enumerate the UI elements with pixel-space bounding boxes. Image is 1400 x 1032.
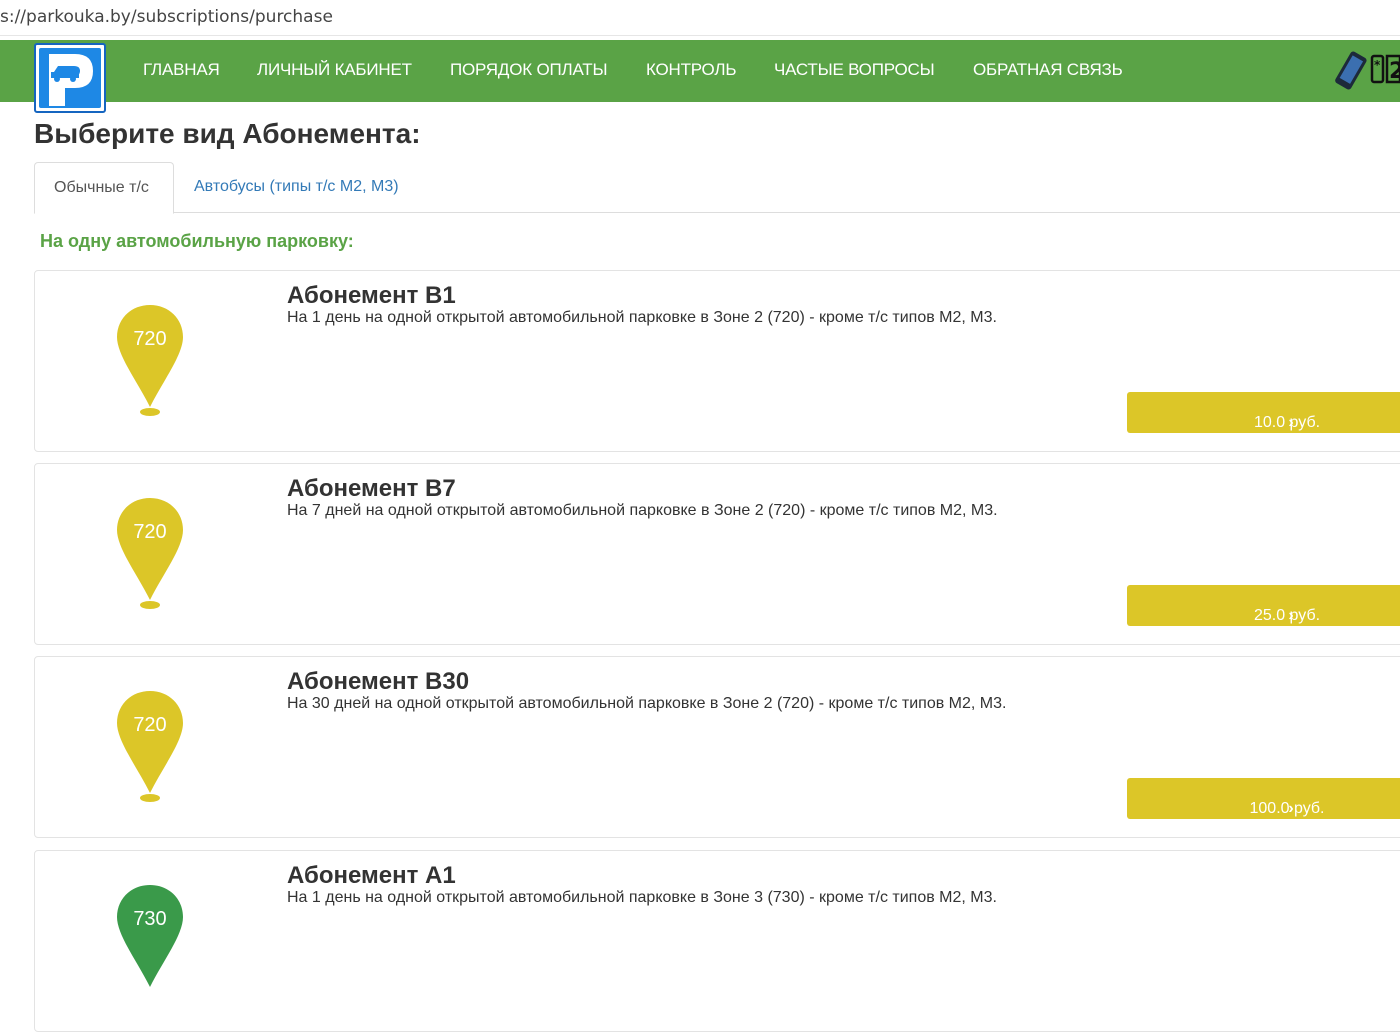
subscription-card: 720 Абонемент В1 На 1 день на одной откр…	[34, 270, 1400, 452]
tabs-divider	[34, 212, 1400, 213]
zone-label: 720	[133, 328, 166, 350]
parking-logo-icon[interactable]	[34, 43, 106, 113]
nav-cabinet[interactable]: ЛИЧНЫЙ КАБИНЕТ	[257, 60, 412, 80]
chevron-right-icon: ›	[1288, 607, 1294, 624]
map-pin-icon: 720	[117, 691, 183, 802]
chevron-right-icon: ›	[1288, 414, 1294, 431]
address-bar[interactable]: s://parkouka.by/subscriptions/purchase	[0, 0, 1400, 36]
subscription-description: На 1 день на одной открытой автомобильно…	[287, 889, 997, 906]
nav-home[interactable]: ГЛАВНАЯ	[143, 60, 220, 80]
map-pin-icon: 730	[117, 885, 183, 987]
subscription-title: Абонемент В1	[287, 282, 456, 309]
url-text[interactable]: s://parkouka.by/subscriptions/purchase	[0, 7, 333, 27]
subscription-title: Абонемент А1	[287, 862, 456, 889]
map-pin-icon: 720	[117, 498, 183, 609]
phone-icon[interactable]: * 2	[1332, 50, 1400, 90]
subscription-card: 730 Абонемент А1 На 1 день на одной откр…	[34, 850, 1400, 1032]
subscription-title: Абонемент В7	[287, 475, 456, 502]
map-pin-icon: 720	[117, 305, 183, 416]
zone-label: 720	[133, 714, 166, 736]
subscription-description: На 7 дней на одной открытой автомобильно…	[287, 502, 998, 519]
tab-regular-vehicles[interactable]: Обычные т/с	[34, 162, 174, 214]
zone-label: 730	[133, 908, 166, 930]
subscription-card: 720 Абонемент В30 На 30 дней на одной от…	[34, 656, 1400, 838]
zone-label: 720	[133, 521, 166, 543]
chevron-right-icon: ›	[1288, 800, 1294, 817]
price-button[interactable]: 10.0 руб. ›	[1127, 392, 1400, 433]
subscription-card: 720 Абонемент В7 На 7 дней на одной откр…	[34, 463, 1400, 645]
svg-text:2: 2	[1389, 59, 1400, 84]
subscription-description: На 30 дней на одной открытой автомобильн…	[287, 695, 1007, 712]
page-title: Выберите вид Абонемента:	[34, 118, 421, 149]
price-button[interactable]: 25.0 руб. ›	[1127, 585, 1400, 626]
subscription-description: На 1 день на одной открытой автомобильно…	[287, 309, 997, 326]
tab-buses[interactable]: Автобусы (типы т/с М2, М3)	[194, 178, 399, 196]
nav-feedback[interactable]: ОБРАТНАЯ СВЯЗЬ	[973, 60, 1123, 80]
svg-text:*: *	[1374, 58, 1381, 72]
section-heading: На одну автомобильную парковку:	[40, 231, 354, 251]
subscription-title: Абонемент В30	[287, 668, 470, 695]
nav-payment-order[interactable]: ПОРЯДОК ОПЛАТЫ	[450, 60, 607, 80]
price-button[interactable]: 100.0 руб. ›	[1127, 778, 1400, 819]
nav-control[interactable]: КОНТРОЛЬ	[646, 60, 737, 80]
tab-label: Обычные т/с	[54, 179, 149, 196]
nav-faq[interactable]: ЧАСТЫЕ ВОПРОСЫ	[774, 60, 935, 80]
